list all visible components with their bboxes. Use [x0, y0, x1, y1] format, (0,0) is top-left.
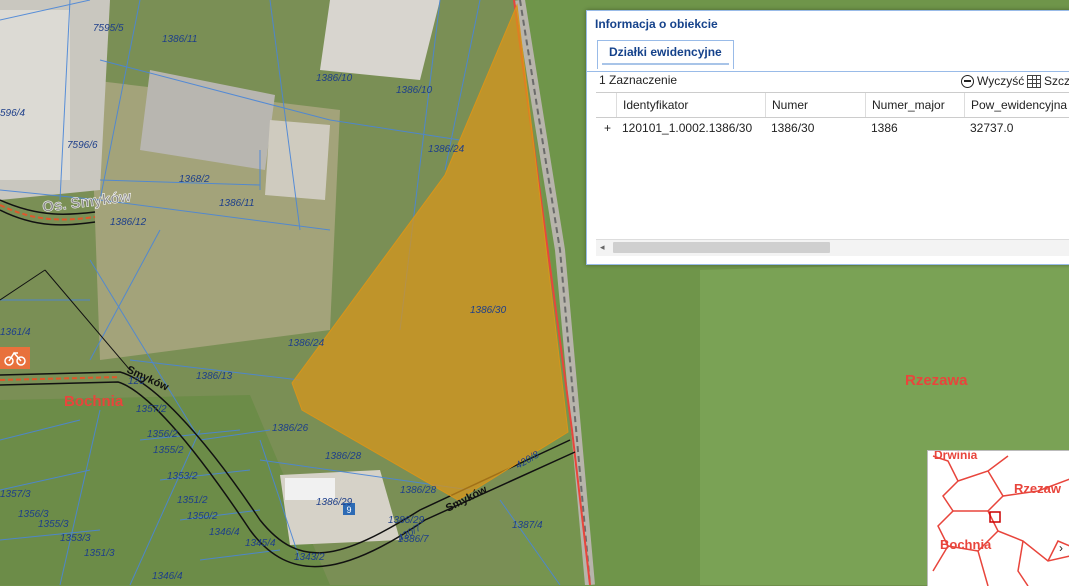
chevron-right-icon[interactable]: › — [1059, 541, 1063, 555]
tab-bar: Działki ewidencyjne — [587, 39, 1069, 72]
panel-title: Informacja o obiekcie — [595, 17, 718, 31]
tab-active-indicator — [602, 63, 729, 65]
minus-circle-icon — [961, 74, 974, 88]
column-header-pow-ewidencyjna[interactable]: Pow_ewidencyjna — [964, 93, 1069, 117]
parcel-label: 1351/2 — [177, 495, 208, 506]
parcel-label: 1345/4 — [245, 538, 276, 549]
results-grid: Identyfikator Numer Numer_major Pow_ewid… — [596, 92, 1069, 241]
parcel-label: 1386/11 — [219, 198, 254, 209]
overview-minimap[interactable]: Drwinia Rzezaw Bochnia — [927, 450, 1069, 586]
parcel-label: 1368/2 — [179, 174, 210, 185]
column-header-numer[interactable]: Numer — [765, 93, 865, 117]
parcel-label: 1386/29 — [388, 515, 425, 526]
parcel-label: 1386/29 — [316, 497, 353, 508]
clear-label: Wyczyść — [977, 74, 1025, 88]
parcel-label: 1355/2 — [153, 445, 184, 456]
row-expander[interactable]: + — [598, 117, 616, 139]
place-rzezawa: Rzezawa — [905, 372, 968, 389]
selection-count: 1 Zaznaczenie — [599, 73, 678, 87]
parcel-label: 1386/28 — [400, 485, 437, 496]
parcel-label: 1386/11 — [162, 34, 197, 45]
table-row[interactable]: + 120101_1.0002.1386/30 1386/30 1386 327… — [596, 117, 1069, 139]
parcel-label: 1356/3 — [18, 509, 49, 520]
parcel-label: 7595/5 — [93, 23, 124, 34]
arrow-left-icon[interactable]: ◂ — [600, 242, 605, 253]
horizontal-scrollbar[interactable]: ◂ — [596, 239, 1069, 256]
parcel-label: 1387/4 — [512, 520, 543, 531]
cell-numer-major: 1386 — [871, 121, 898, 135]
panel-toolbar: 1 Zaznaczenie Wyczyść Szcz — [587, 71, 1069, 93]
tab-dzialki-ewidencyjne[interactable]: Działki ewidencyjne — [597, 40, 734, 69]
column-header-identyfikator[interactable]: Identyfikator — [616, 93, 765, 117]
parcel-label: 1350/2 — [187, 511, 218, 522]
object-info-panel: Informacja o obiekcie Działki ewidencyjn… — [586, 10, 1069, 265]
place-bochnia: Bochnia — [64, 393, 124, 410]
parcel-label: 1346/4 — [209, 527, 240, 538]
cell-numer: 1386/30 — [771, 121, 815, 135]
parcel-label: 1386/24 — [288, 338, 325, 349]
tab-label: Działki ewidencyjne — [609, 45, 722, 59]
parcel-label: 1386/24 — [428, 144, 465, 155]
column-header-numer-major[interactable]: Numer_major — [865, 93, 964, 117]
cell-identyfikator: 120101_1.0002.1386/30 — [622, 121, 753, 135]
parcel-label: 1386/12 — [110, 217, 147, 228]
parcel-label: 1361/4 — [0, 327, 31, 338]
parcel-label: 1357/3 — [0, 489, 31, 500]
parcel-label: 1346/4 — [152, 571, 183, 582]
parcel-label: 1386/26 — [272, 423, 309, 434]
table-icon — [1027, 74, 1041, 88]
minimap-label-rzezawa: Rzezaw — [1014, 481, 1062, 496]
parcel-label: 1386/13 — [196, 371, 233, 382]
parcel-label: 1351/3 — [84, 548, 115, 559]
parcel-label: 1357/2 — [136, 404, 167, 415]
details-button[interactable]: Szcz — [1027, 71, 1069, 91]
clear-button[interactable]: Wyczyść — [961, 71, 1024, 91]
parcel-label: 1386/30 — [470, 305, 507, 316]
details-label: Szcz — [1044, 74, 1069, 88]
parcel-label: 596/4 — [0, 108, 25, 119]
parcel-label: 1355/3 — [38, 519, 69, 530]
parcel-label: 1356/2 — [147, 429, 178, 440]
parcel-label: 1386/10 — [316, 73, 353, 84]
parcel-label: 7596/6 — [67, 140, 98, 151]
grid-header: Identyfikator Numer Numer_major Pow_ewid… — [596, 93, 1069, 118]
scrollbar-thumb[interactable] — [613, 242, 830, 253]
parcel-label: 1353/3 — [60, 533, 91, 544]
cell-pow-ewidencyjna: 32737.0 — [970, 121, 1014, 135]
parcel-label: 1386/10 — [396, 85, 433, 96]
minimap-label-drwinia: Drwinia — [934, 451, 978, 462]
parcel-label: 1386/28 — [325, 451, 362, 462]
bicycle-icon — [0, 347, 30, 369]
parcel-label: 1353/2 — [167, 471, 198, 482]
expander-header — [596, 93, 616, 117]
minimap-label-bochnia: Bochnia — [940, 537, 992, 552]
parcel-label: 1343/2 — [294, 552, 325, 563]
